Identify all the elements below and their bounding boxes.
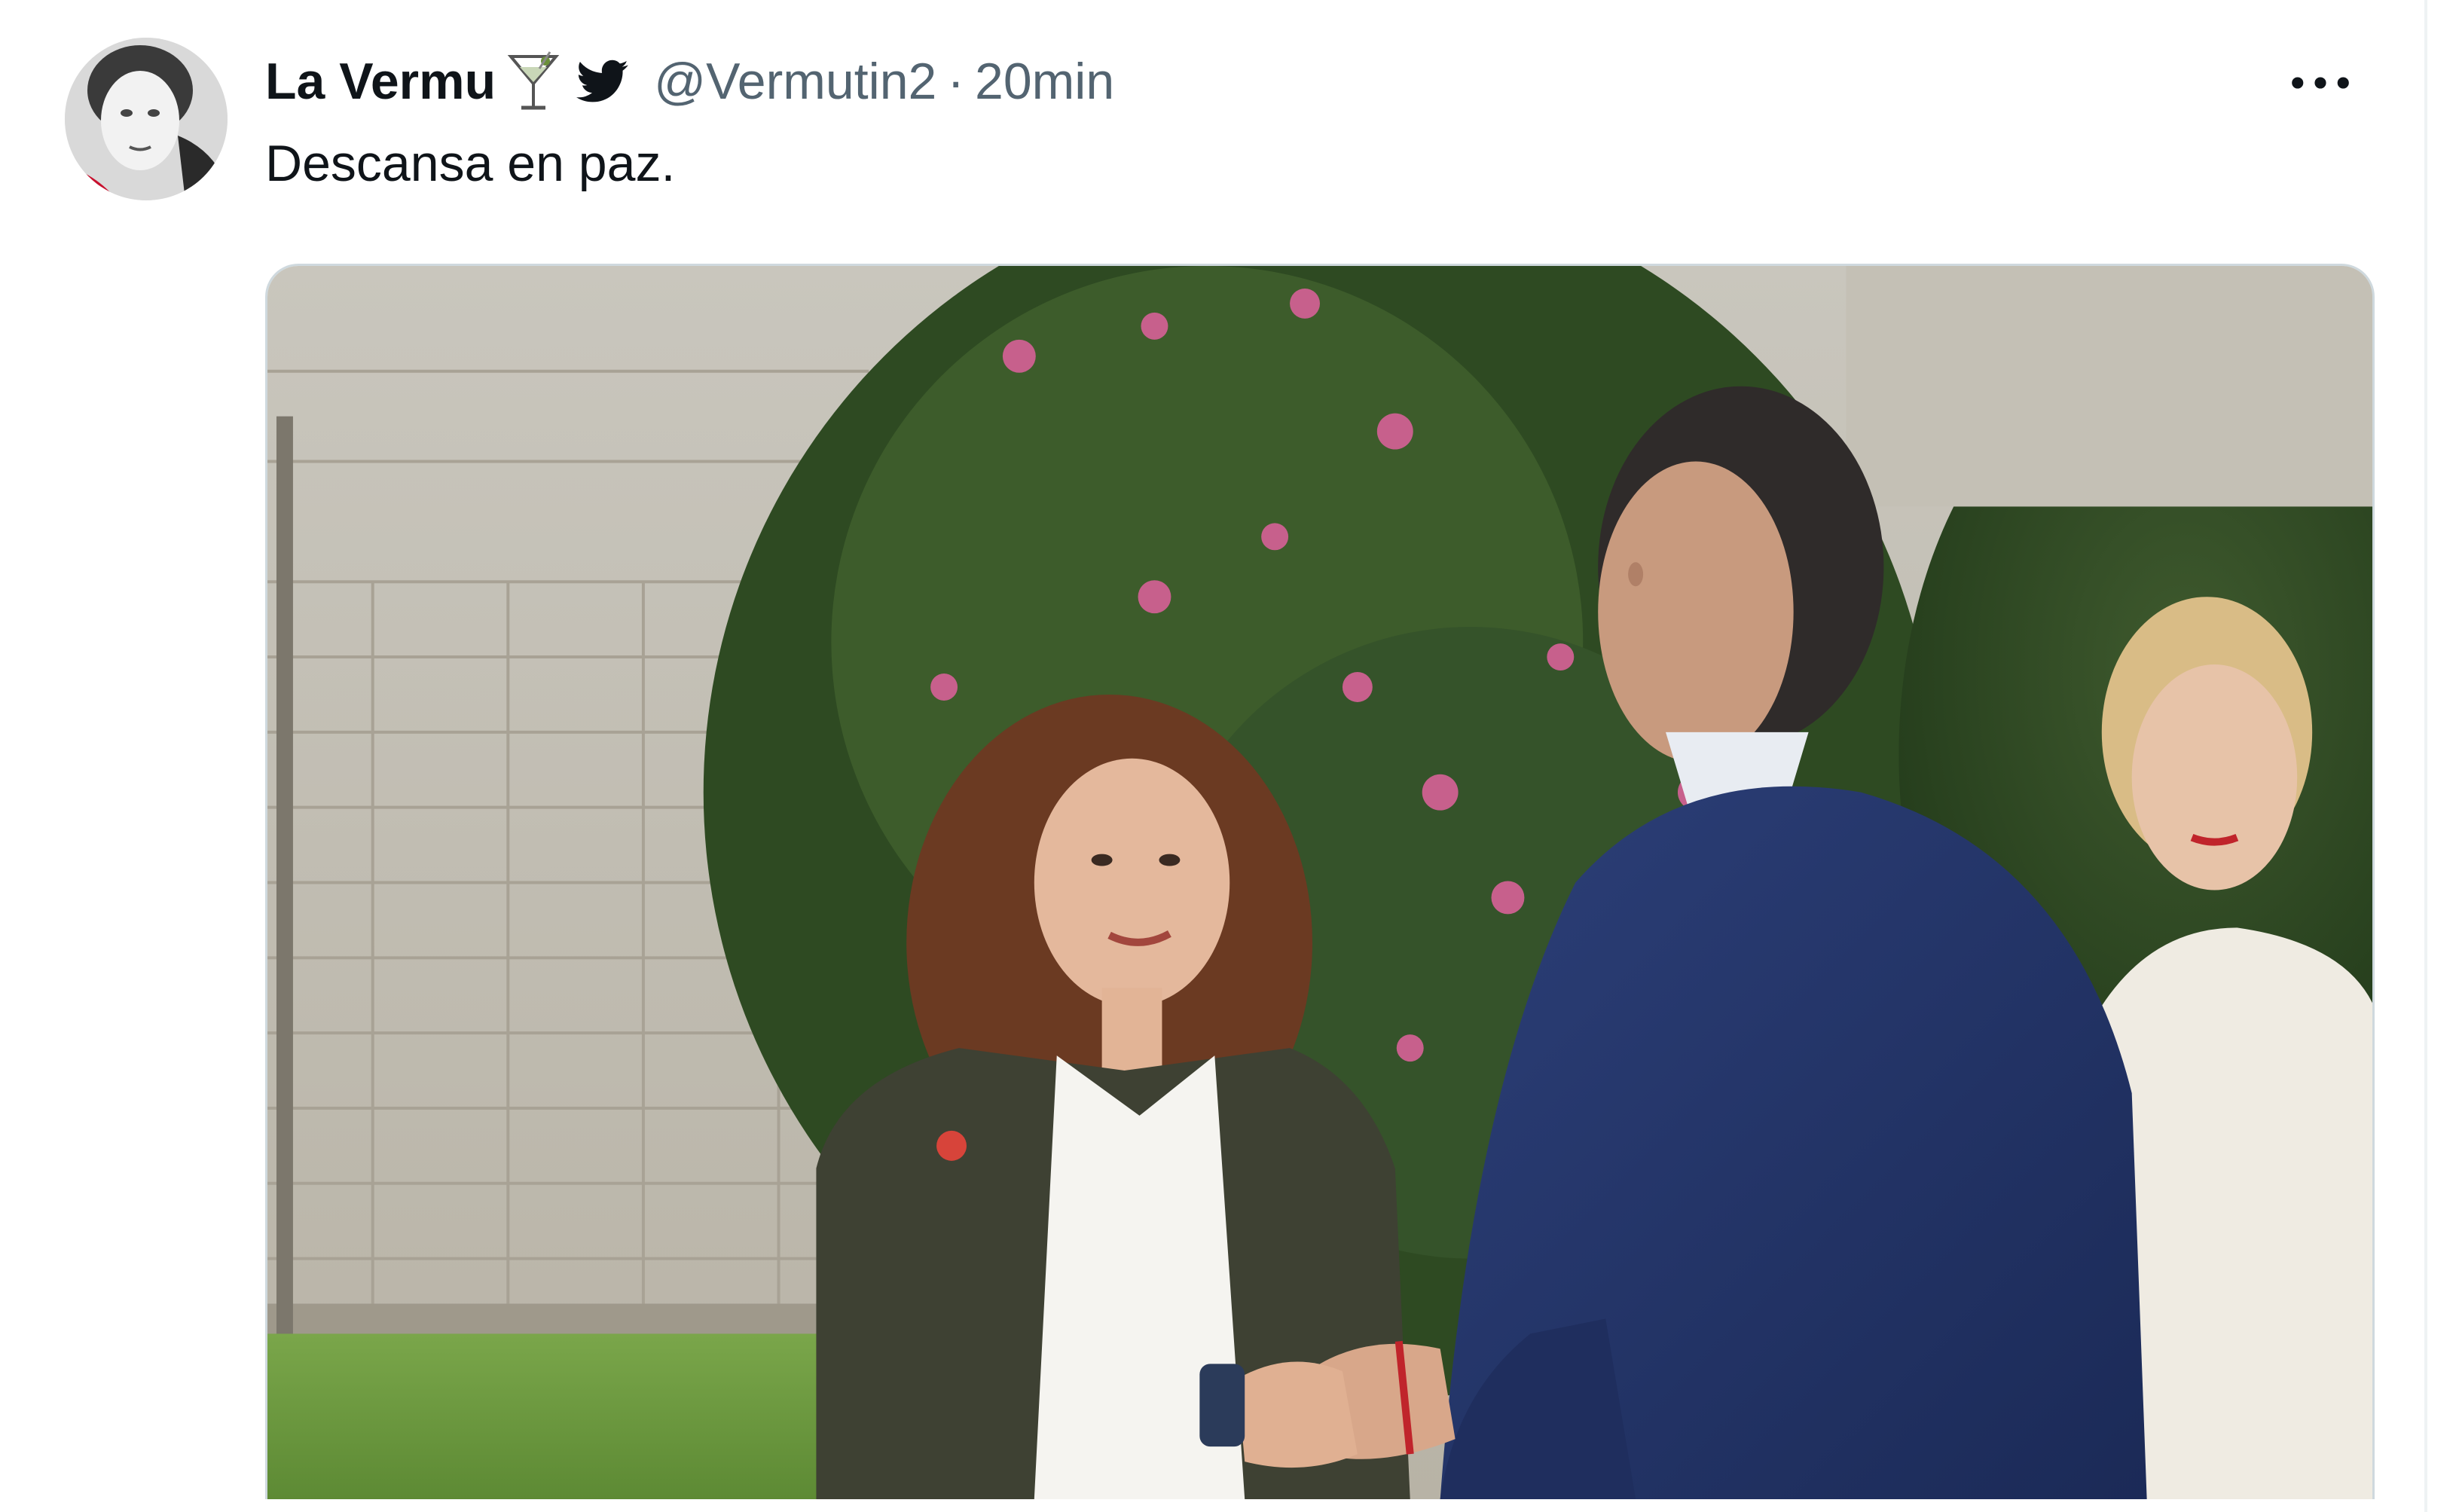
avatar[interactable] <box>65 38 228 200</box>
more-horizontal-icon <box>2292 77 2349 89</box>
user-handle[interactable]: @Vermutin2 <box>654 52 936 111</box>
display-name[interactable]: La Vermu <box>265 52 496 111</box>
more-button[interactable] <box>2283 53 2358 113</box>
timestamp[interactable]: 20min <box>975 52 1114 111</box>
tweet-card[interactable]: La Vermu @Vermutin2 · 20min Descansa en … <box>0 0 2459 1512</box>
tweet-photo[interactable] <box>265 264 2375 1499</box>
cocktail-glass-icon <box>506 49 561 114</box>
separator-dot: · <box>947 53 964 110</box>
tweet-text: Descansa en paz. <box>265 135 676 192</box>
tweet-header: La Vermu @Vermutin2 · 20min <box>265 44 1114 119</box>
twitter-bird-icon <box>573 55 633 108</box>
timeline-divider <box>2424 0 2427 1512</box>
